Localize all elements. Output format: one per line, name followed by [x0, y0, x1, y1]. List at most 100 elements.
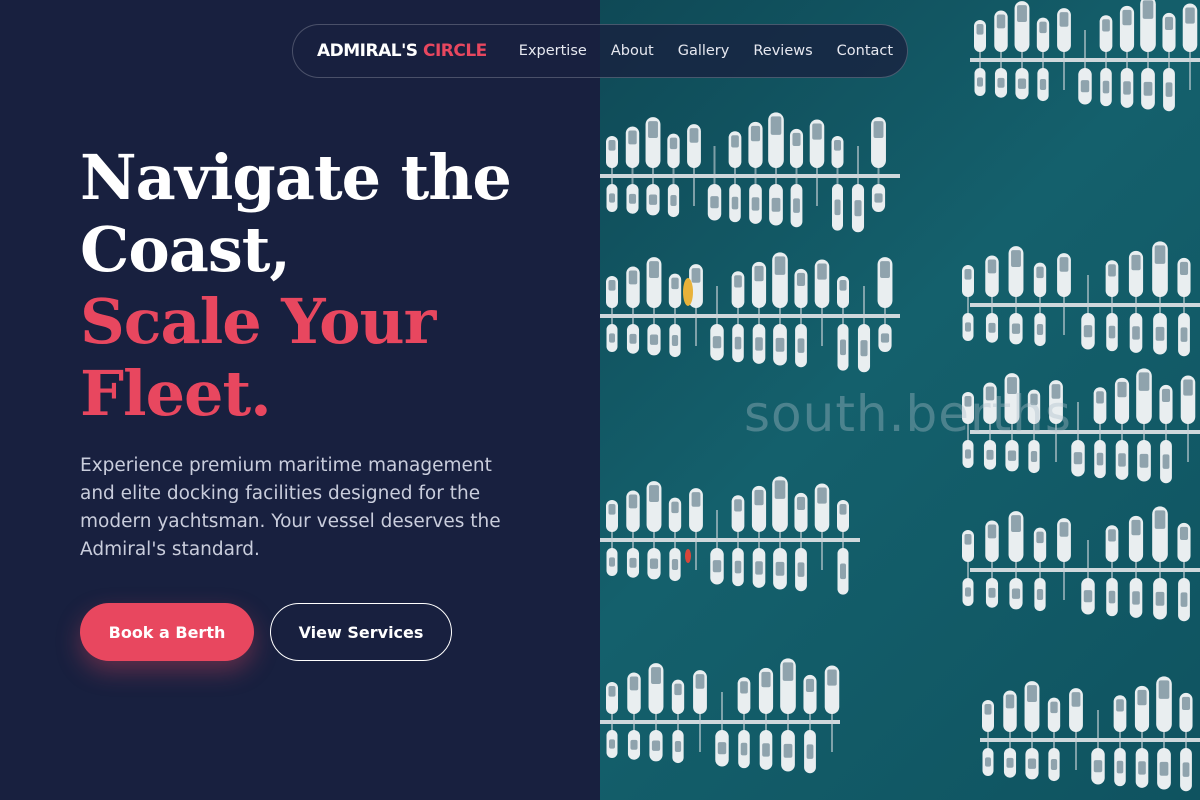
boat-cabin [1096, 452, 1104, 466]
boat-cabin [1131, 254, 1141, 271]
boat-cabin [717, 742, 727, 755]
boat-cabin [609, 193, 615, 203]
hero-left-panel: Navigate the Coast, Scale Your Fleet. Ex… [0, 0, 600, 800]
boat-cabin [1155, 326, 1165, 341]
boat-cabin [880, 333, 890, 343]
hero-title-line-1: Navigate the [80, 141, 512, 214]
boat-cabin [1007, 450, 1017, 461]
boat-cabin [1179, 526, 1189, 540]
logo-primary-text: ADMIRAL'S [317, 41, 418, 61]
boat-cabin [629, 333, 637, 344]
boat-cabin [834, 140, 841, 151]
boat-cabin [734, 499, 742, 512]
boat-cabin [1039, 79, 1047, 91]
boat-cabin [988, 587, 996, 598]
boat-cabin [797, 562, 805, 577]
boat-cabin [1005, 694, 1015, 709]
boat-cabin [796, 496, 806, 510]
boat-cabin [751, 197, 760, 211]
boat-cabin [671, 501, 679, 514]
boat-cabin [874, 193, 883, 203]
pier-shape [970, 568, 1200, 572]
boat-cabin [755, 337, 763, 351]
nav-link-contact[interactable]: Contact [837, 43, 893, 59]
boat-cabin [1132, 326, 1140, 340]
boat-cabin [965, 449, 971, 459]
boat-cabin [793, 198, 800, 213]
boat-cabin [782, 662, 794, 681]
boat-cabin [1180, 327, 1188, 342]
boat-cabin [987, 524, 997, 539]
image-watermark: south.berths [744, 385, 1072, 443]
boat-cabin [796, 272, 806, 286]
marina-aerial-image: south.berths [600, 0, 1200, 800]
boat-cabin [775, 337, 785, 352]
boat-cabin [1011, 588, 1021, 599]
boat-cabin [651, 667, 661, 685]
boat-cabin [628, 193, 637, 204]
nav-link-about[interactable]: About [611, 43, 654, 59]
boat-cabin [792, 132, 801, 146]
boat-cabin [754, 489, 764, 506]
boat-cabin [649, 334, 659, 345]
boat-cabin [1027, 758, 1037, 769]
nav-link-gallery[interactable]: Gallery [678, 43, 730, 59]
boat-cabin [1179, 261, 1189, 275]
boat-cabin [608, 504, 616, 515]
boat-cabin [839, 504, 847, 515]
boat-cabin [1102, 19, 1110, 32]
boat-cabin [734, 275, 742, 288]
boat-cabin [783, 743, 793, 758]
boat-cabin [996, 14, 1006, 29]
boat-cabin [1180, 592, 1188, 607]
boat-cabin [1011, 323, 1021, 334]
boat-cabin [1017, 5, 1027, 23]
boat-cabin [839, 280, 847, 291]
boat-cabin [977, 77, 983, 87]
book-berth-button[interactable]: Book a Berth [80, 603, 254, 661]
boat-cabin [1154, 510, 1166, 529]
boat-cabin [812, 123, 822, 140]
boat-cabin [774, 256, 786, 275]
pier-shape [970, 303, 1200, 307]
boat-cabin [712, 560, 722, 573]
boat-cabin [1036, 531, 1044, 544]
boat-cabin [1182, 762, 1190, 777]
boat-cabin [629, 557, 637, 568]
boat-cabin [671, 277, 679, 290]
boat-cabin [1139, 453, 1149, 468]
brand-logo[interactable]: ADMIRAL'S CIRCLE [317, 41, 487, 61]
boat-cabin [670, 195, 677, 207]
boat-cabin [1132, 591, 1140, 605]
boat-cabin [1083, 590, 1093, 603]
boat-cabin [674, 741, 682, 753]
boat-cabin [1185, 7, 1195, 24]
boat-cabin [628, 130, 637, 145]
boat-cabin [854, 200, 862, 217]
boat-cabin [1050, 759, 1058, 771]
boat-cabin [755, 561, 763, 575]
boat-cabin [1143, 81, 1153, 96]
boat-cabin [674, 683, 682, 696]
boat-cabin [1017, 78, 1027, 89]
boat-cabin [988, 322, 996, 333]
view-services-button[interactable]: View Services [270, 603, 452, 661]
nav-link-reviews[interactable]: Reviews [753, 43, 812, 59]
boat-cabin [671, 335, 679, 347]
boat-cabin [1142, 0, 1154, 19]
boat-cabin [964, 534, 972, 545]
boat-cabin [1162, 454, 1170, 469]
boat-cabin [1154, 245, 1166, 264]
boat-cabin [609, 739, 615, 749]
boat-cabin [740, 742, 748, 756]
boat-cabin [1011, 515, 1021, 533]
nav-link-expertise[interactable]: Expertise [519, 43, 587, 59]
boat-cabin [840, 339, 846, 356]
boat-cabin [689, 128, 699, 143]
boat-cabin [1036, 266, 1044, 279]
boat-cabin [651, 740, 661, 751]
boat-cabin [1137, 689, 1147, 706]
boat-cabin [965, 587, 971, 597]
boat-cabin [817, 263, 827, 280]
boat-cabin [840, 563, 846, 580]
